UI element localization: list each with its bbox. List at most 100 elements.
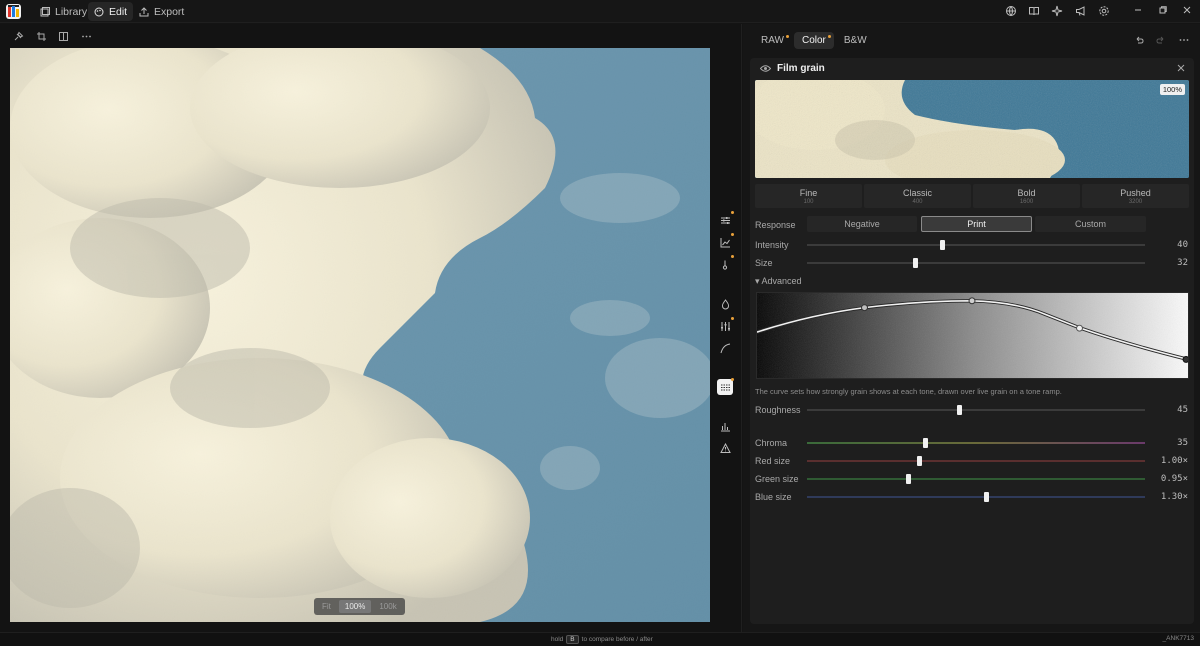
response-label: Response (755, 220, 796, 230)
red-size-slider-thumb[interactable] (916, 456, 922, 466)
response-print-button[interactable]: Print (921, 216, 1032, 232)
red-size-label: Red size (755, 456, 791, 466)
mode-tab-color-label: Color (801, 35, 826, 46)
preset-name: Pushed (1120, 187, 1151, 198)
curve-point[interactable] (1076, 324, 1083, 332)
film-grain-card: Film grain 100% Fine 100 Classic 400 Bol… (750, 58, 1194, 624)
more-icon[interactable] (81, 31, 93, 43)
megaphone-icon[interactable] (1075, 5, 1087, 17)
roughness-slider-thumb[interactable] (957, 405, 963, 415)
chart-icon[interactable] (717, 233, 734, 250)
curve-point[interactable] (1182, 356, 1188, 363)
blue-size-slider[interactable] (807, 492, 1145, 502)
mode-tab-bw-label: B&W (843, 35, 867, 46)
green-size-slider[interactable] (807, 474, 1145, 484)
roughness-slider[interactable] (807, 405, 1145, 415)
warning-icon[interactable] (717, 440, 733, 456)
blue-size-slider-thumb[interactable] (984, 492, 990, 502)
close-icon[interactable] (1176, 63, 1186, 73)
sparkle-icon[interactable] (1051, 5, 1063, 17)
crop-icon[interactable] (36, 31, 48, 43)
sliders-icon[interactable] (717, 211, 734, 228)
green-size-value: 0.95× (1160, 474, 1188, 484)
preset-iso: 1600 (1019, 198, 1034, 205)
preset-fine[interactable]: Fine 100 (755, 184, 862, 208)
histogram-icon[interactable] (717, 418, 733, 434)
zoom-fit-button[interactable]: Fit (316, 600, 337, 613)
tab-export-label: Export (154, 5, 185, 18)
chroma-slider[interactable] (807, 438, 1145, 448)
chroma-slider-thumb[interactable] (923, 438, 929, 448)
redo-icon[interactable] (1156, 35, 1167, 46)
blue-size-label: Blue size (755, 492, 792, 502)
grain-preview[interactable]: 100% (755, 80, 1189, 178)
curve-point[interactable] (861, 304, 868, 312)
size-value: 32 (1177, 258, 1188, 268)
grain-response-curve[interactable] (756, 292, 1189, 379)
film-grain-title: Film grain (777, 63, 825, 74)
mode-tab-bw[interactable]: B&W (836, 32, 875, 49)
red-size-slider[interactable] (807, 456, 1145, 466)
tab-edit-label: Edit (109, 5, 128, 18)
response-custom-button[interactable]: Custom (1035, 216, 1146, 232)
blue-size-value: 1.30× (1160, 492, 1188, 502)
green-size-slider-thumb[interactable] (906, 474, 912, 484)
export-icon (139, 6, 149, 16)
chroma-label: Chroma (755, 438, 788, 448)
mixer-icon[interactable] (717, 317, 734, 334)
preset-name: Classic (902, 187, 932, 198)
thermometer-icon[interactable] (717, 255, 734, 272)
preset-classic[interactable]: Classic 400 (864, 184, 971, 208)
intensity-slider-thumb[interactable] (940, 240, 946, 250)
book-icon[interactable] (1028, 5, 1040, 17)
chroma-value: 35 (1177, 438, 1188, 448)
minimize-icon[interactable] (1133, 5, 1145, 17)
eye-icon[interactable] (760, 63, 771, 74)
intensity-value: 40 (1177, 240, 1188, 250)
filename: _ANK7713 (1162, 635, 1194, 642)
undo-icon[interactable] (1134, 35, 1145, 46)
green-size-label: Green size (755, 474, 799, 484)
roughness-label: Roughness (755, 405, 801, 415)
restore-icon[interactable] (1158, 5, 1170, 17)
film-grain-header: Film grain (750, 58, 1194, 78)
zoom-max-button[interactable]: 100k (373, 600, 402, 613)
grain-presets: Fine 100 Classic 400 Bold 1600 Pushed 32… (755, 184, 1189, 208)
tab-export[interactable]: Export (133, 2, 190, 21)
tab-edit[interactable]: Edit (88, 2, 134, 21)
response-negative-button[interactable]: Negative (807, 216, 917, 232)
more-icon[interactable] (1179, 35, 1190, 46)
split-view-icon[interactable] (58, 31, 70, 43)
grain-icon[interactable] (717, 378, 734, 395)
preview-zoom-badge: 100% (1159, 84, 1185, 95)
preset-name: Fine (799, 187, 818, 198)
tab-library-label: Library (55, 5, 88, 18)
red-size-value: 1.00× (1160, 456, 1188, 466)
mode-tab-raw[interactable]: RAW (753, 32, 792, 49)
mode-tabs: RAW Color B&W (753, 32, 875, 49)
intensity-slider[interactable] (807, 240, 1145, 250)
close-icon[interactable] (1182, 5, 1194, 17)
size-slider[interactable] (807, 258, 1145, 268)
globe-icon[interactable] (1005, 5, 1017, 17)
pin-icon[interactable] (13, 31, 25, 43)
gear-icon[interactable] (1098, 5, 1110, 17)
preset-bold[interactable]: Bold 1600 (973, 184, 1080, 208)
zoom-control[interactable]: Fit 100% 100k (314, 598, 405, 615)
advanced-toggle[interactable]: ▾ Advanced (755, 276, 802, 287)
tab-library[interactable]: Library (34, 2, 93, 21)
curve-icon[interactable] (717, 340, 733, 356)
zoom-100-button[interactable]: 100% (338, 600, 372, 613)
compare-key: B (566, 635, 579, 644)
drop-icon[interactable] (717, 296, 733, 312)
preset-iso: 400 (912, 198, 923, 205)
compare-hint-pre: hold (551, 636, 564, 643)
mode-tab-color[interactable]: Color (793, 32, 834, 49)
library-icon (40, 6, 50, 16)
preset-name: Bold (1017, 187, 1036, 198)
preset-pushed[interactable]: Pushed 3200 (1082, 184, 1189, 208)
photo-canvas[interactable] (10, 48, 710, 622)
size-slider-thumb[interactable] (913, 258, 919, 268)
top-bar: Library Edit Export (0, 0, 1200, 23)
curve-point[interactable] (968, 297, 976, 305)
